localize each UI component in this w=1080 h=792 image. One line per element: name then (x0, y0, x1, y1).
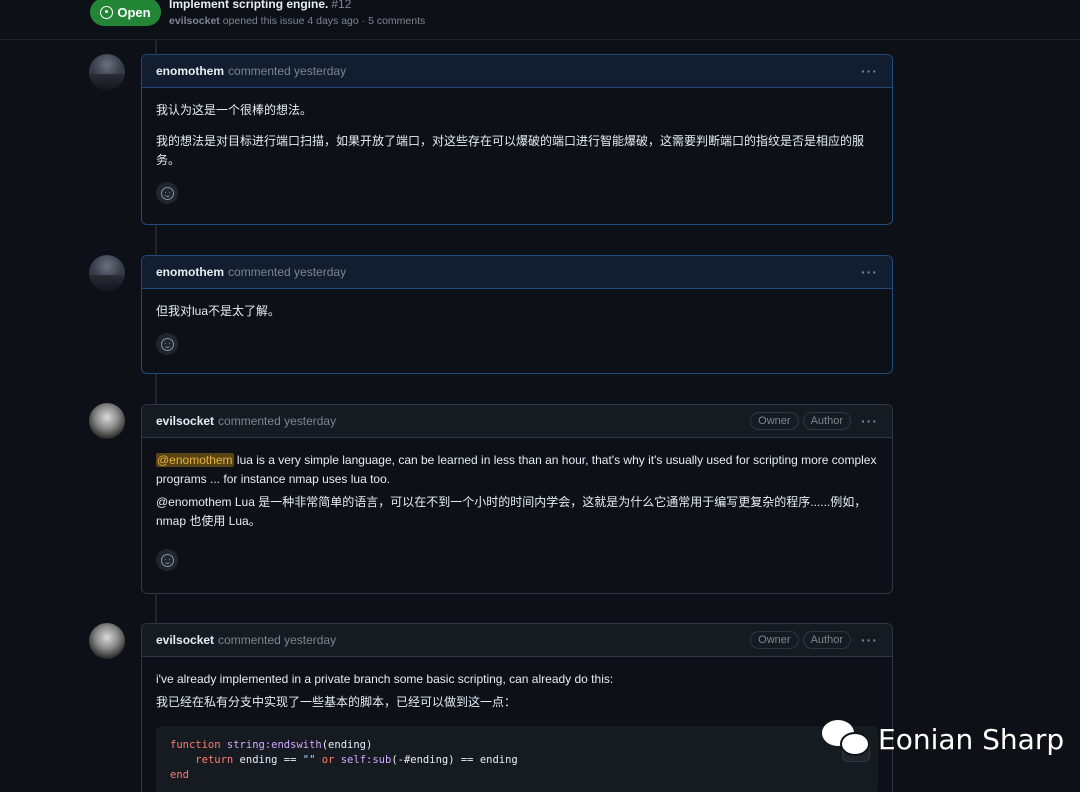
issue-author-link[interactable]: evilsocket (169, 15, 220, 27)
avatar[interactable] (89, 255, 125, 291)
comment: evilsocket commented yesterday Owner Aut… (141, 404, 893, 594)
watermark-text: Eonian Sharp (878, 722, 1065, 756)
issue-open-icon (100, 5, 114, 19)
code-line: return ending == "" or self:sub(-#ending… (195, 754, 518, 766)
smiley-icon (160, 186, 174, 200)
comment-paragraph: @enomothem Lua 是一种非常简单的语言，可以在不到一个小时的时间内学… (156, 495, 867, 528)
comment-timestamp[interactable]: commented yesterday (218, 633, 336, 647)
comment: evilsocket commented yesterday Owner Aut… (141, 623, 893, 792)
issue-meta: evilsocket opened this issue 4 days ago … (169, 15, 425, 27)
wechat-logo-icon (822, 718, 872, 760)
owner-badge: Owner (750, 631, 799, 649)
more-options-icon[interactable]: ··· (861, 632, 878, 648)
author-badge: Author (802, 631, 851, 649)
user-mention-link[interactable]: @enomothem (156, 453, 234, 467)
comment-timestamp[interactable]: commented yesterday (228, 64, 346, 78)
issue-header: Open Implement scripting engine. #12 evil… (0, 0, 1080, 40)
more-options-icon[interactable]: ··· (861, 264, 878, 280)
avatar[interactable] (89, 403, 125, 439)
comment-timestamp[interactable]: commented yesterday (218, 414, 336, 428)
comment-body: i've already implemented in a private br… (142, 657, 892, 792)
comment-author-link[interactable]: evilsocket (156, 414, 214, 428)
comment-paragraph: @enomothem lua is a very simple language… (156, 451, 878, 489)
comment-body: 但我对lua不是太了解。 (142, 289, 892, 365)
issue-state-badge: Open (90, 0, 161, 26)
more-options-icon[interactable]: ··· (861, 413, 878, 429)
comment-header: enomothem commented yesterday ··· (142, 256, 892, 289)
avatar[interactable] (89, 54, 125, 90)
issue-title: Implement scripting engine. #12 (169, 0, 351, 11)
code-block[interactable]: function string:endswith(ending) return … (156, 726, 878, 792)
comment-author-link[interactable]: enomothem (156, 265, 224, 279)
comment-paragraph: 我的想法是对目标进行端口扫描，如果开放了端口，对这些存在可以爆破的端口进行智能爆… (156, 134, 865, 167)
author-badge: Author (802, 412, 851, 430)
add-reaction-button[interactable] (156, 182, 178, 204)
comment: enomothem commented yesterday ··· 但我对lua… (141, 255, 893, 374)
add-reaction-button[interactable] (156, 333, 178, 355)
issue-title-text: Implement scripting engine. (169, 0, 329, 11)
code-line: end (170, 769, 189, 781)
comment-header: enomothem commented yesterday ··· (142, 55, 892, 88)
comment-paragraph: 我已经在私有分支中实现了一些基本的脚本，已经可以做到这一点： (156, 695, 517, 709)
avatar[interactable] (89, 623, 125, 659)
comment-body: 我认为这是一个很棒的想法。 我的想法是对目标进行端口扫描，如果开放了端口，对这些… (142, 88, 892, 214)
comment-text: lua is a very simple language, can be le… (156, 453, 877, 486)
issue-meta-text: opened this issue 4 days ago · 5 comment… (222, 15, 426, 27)
more-options-icon[interactable]: ··· (861, 63, 878, 79)
comment-paragraph: 我认为这是一个很棒的想法。 (156, 103, 313, 117)
code-line: function string:endswith(ending) (170, 739, 373, 751)
comment-paragraph: 但我对lua不是太了解。 (156, 304, 281, 318)
comment-author-link[interactable]: enomothem (156, 64, 224, 78)
add-reaction-button[interactable] (156, 549, 178, 571)
issue-state-label: Open (117, 4, 151, 20)
comment: enomothem commented yesterday ··· 我认为这是一… (141, 54, 893, 225)
owner-badge: Owner (750, 412, 799, 430)
comment-body: @enomothem lua is a very simple language… (142, 438, 892, 581)
smiley-icon (160, 553, 174, 567)
watermark: Eonian Sharp (822, 718, 1064, 760)
comment-author-link[interactable]: evilsocket (156, 633, 214, 647)
comment-header: evilsocket commented yesterday Owner Aut… (142, 405, 892, 438)
comment-paragraph: i've already implemented in a private br… (156, 672, 614, 686)
smiley-icon (160, 337, 174, 351)
comment-header: evilsocket commented yesterday Owner Aut… (142, 624, 892, 657)
issue-number: #12 (331, 0, 352, 11)
comment-timestamp[interactable]: commented yesterday (228, 265, 346, 279)
